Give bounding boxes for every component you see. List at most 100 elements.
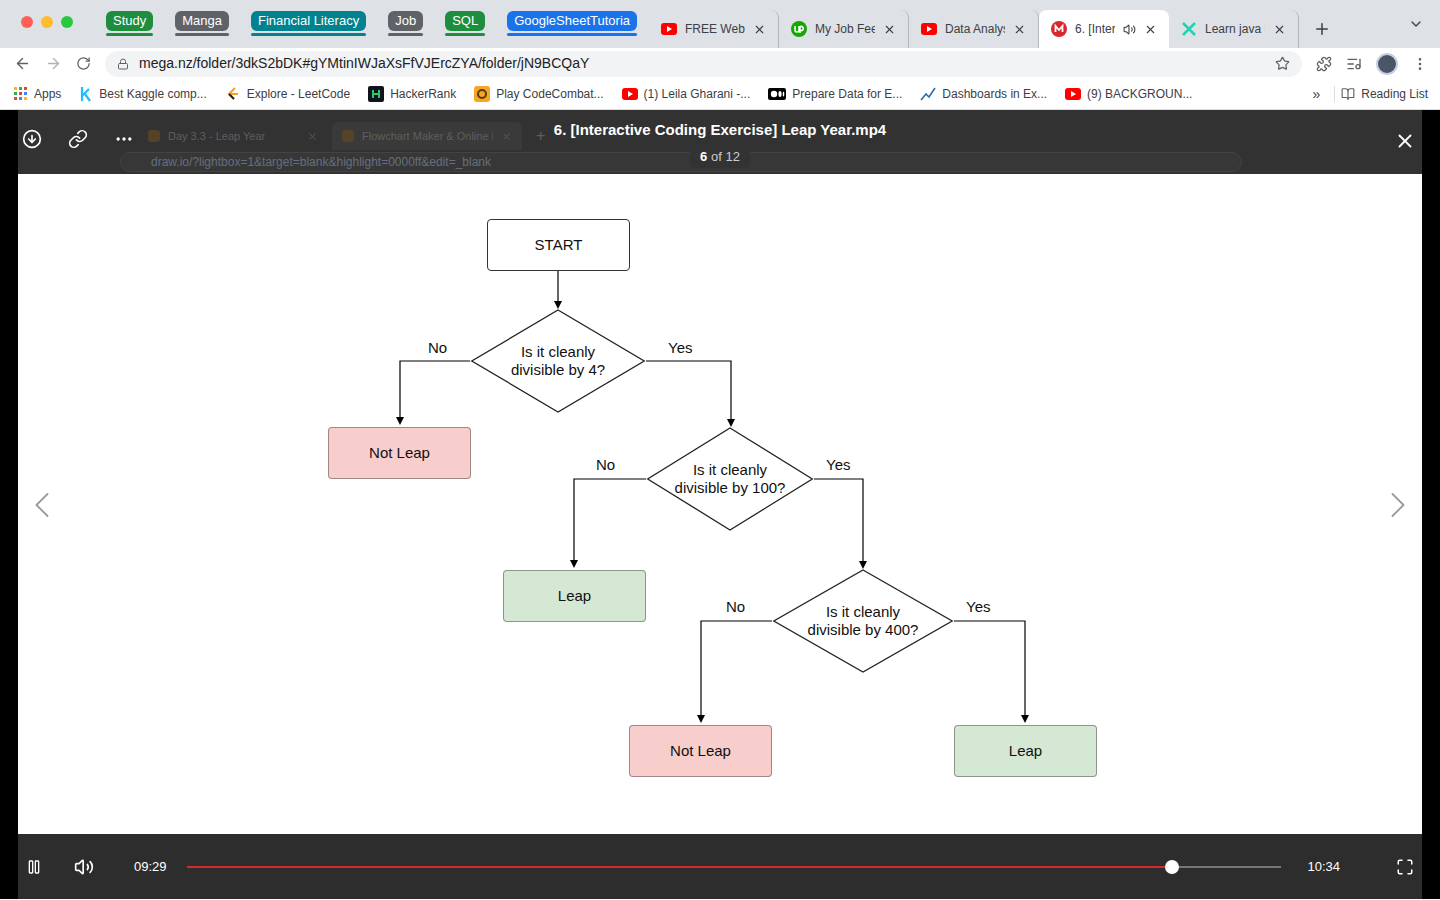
player-controls: 09:29 10:34: [18, 834, 1422, 899]
bookmarks-bar: Apps Best Kaggle comp... Explore - LeetCod…: [0, 79, 1440, 110]
bookmark[interactable]: Prepare Data for E...: [768, 85, 902, 103]
close-tab-icon[interactable]: [883, 23, 896, 36]
progress-bar[interactable]: [187, 860, 1282, 874]
close-viewer-icon[interactable]: [1394, 130, 1416, 152]
volume-icon[interactable]: [74, 857, 94, 877]
result-node: Leap: [954, 725, 1097, 777]
tabs: FREE WebinaMy Job FeedData Analyst6. [In…: [649, 0, 1331, 48]
back-icon[interactable]: [14, 55, 31, 72]
viewer-top-bar: 6. [Interactive Coding Exercise] Leap Ye…: [18, 110, 1422, 174]
hackerrank-icon: [368, 86, 384, 102]
bookmark[interactable]: HackerRank: [368, 85, 456, 103]
result-node: Leap: [503, 570, 646, 622]
browser-tab[interactable]: Data Analyst: [909, 10, 1039, 48]
file-counter: 6 of 12: [690, 146, 750, 168]
viewer: Day 3.3 - Leap YearFlowchart Maker & Onl…: [0, 110, 1440, 899]
leetcode-icon: [225, 86, 241, 102]
toolbar: mega.nz/folder/3dkS2bDK#gYMtinIWJaXsFfVJ…: [0, 48, 1440, 79]
elapsed-time: 09:29: [134, 857, 167, 877]
tab-group-chip[interactable]: Job: [388, 11, 423, 36]
decision-node: Is it cleanly divisible by 4?: [470, 309, 646, 413]
bookmark[interactable]: (9) BACKGROUN...: [1065, 85, 1192, 103]
bookmark[interactable]: Apps: [14, 85, 61, 103]
duration: 10:34: [1307, 857, 1340, 877]
tab-group-chip[interactable]: Manga: [175, 11, 229, 36]
browser-tab[interactable]: FREE Webina: [649, 10, 779, 48]
reading-list-icon: [1341, 87, 1355, 101]
browser-tab[interactable]: My Job Feed: [779, 10, 909, 48]
download-icon[interactable]: [22, 129, 42, 149]
tab-group-chip[interactable]: Financial Literacy: [251, 11, 366, 36]
mega-icon: [1051, 21, 1067, 37]
result-node: Not Leap: [328, 427, 471, 479]
bookmark[interactable]: Explore - LeetCode: [225, 85, 350, 103]
upwork-icon: [791, 21, 807, 37]
reload-icon[interactable]: [76, 56, 91, 71]
extensions-icon[interactable]: [1316, 56, 1332, 72]
tab-group-chip[interactable]: Study: [106, 11, 153, 36]
youtube-icon: [921, 23, 937, 35]
bookmark-star-icon[interactable]: [1275, 56, 1290, 71]
more-icon[interactable]: [114, 129, 134, 149]
profile-avatar[interactable]: [1376, 53, 1398, 75]
edge-label: Yes: [826, 455, 850, 475]
tab-group-chip[interactable]: SQL: [445, 11, 485, 36]
minimize-window-button[interactable]: [41, 16, 53, 28]
next-file-icon[interactable]: [1376, 483, 1420, 527]
youtube-icon: [661, 23, 677, 35]
tab-groups: Study Manga Financial Literacy Job SQL Google…: [106, 0, 637, 48]
close-window-button[interactable]: [21, 16, 33, 28]
audio-playing-icon[interactable]: [1123, 23, 1136, 36]
result-node: Not Leap: [629, 725, 772, 777]
flowchart: START Is it cleanly divisible by 4? No Yes N…: [18, 110, 1422, 834]
browser-tab[interactable]: 6. [Intera: [1039, 10, 1169, 48]
video-frame: Day 3.3 - Leap YearFlowchart Maker & Onl…: [18, 110, 1422, 834]
previous-file-icon[interactable]: [20, 483, 64, 527]
browser-window: Study Manga Financial Literacy Job SQL Google…: [0, 0, 1440, 900]
media-controls-icon[interactable]: [1346, 56, 1362, 72]
bookmark[interactable]: Dashboards in Ex...: [920, 85, 1047, 103]
tab-strip: Study Manga Financial Literacy Job SQL Google…: [0, 0, 1440, 48]
browser-tab[interactable]: Learn java in: [1169, 10, 1299, 48]
decision-node: Is it cleanly divisible by 400?: [772, 569, 954, 673]
maximize-window-button[interactable]: [61, 16, 73, 28]
close-tab-icon[interactable]: [1013, 23, 1026, 36]
apps-icon: [14, 87, 28, 101]
tab-group-chip[interactable]: GoogleSheetTutoria: [507, 11, 637, 36]
bookmarks-overflow[interactable]: »: [1304, 84, 1328, 105]
new-tab-icon[interactable]: [1313, 20, 1331, 38]
bookmark[interactable]: Play CodeCombat...: [474, 85, 603, 103]
close-tab-icon[interactable]: [1144, 23, 1157, 36]
forward-icon[interactable]: [45, 55, 62, 72]
codecombat-icon: [474, 86, 490, 102]
youtube-icon: [622, 88, 638, 100]
xlearn-icon: [1181, 21, 1197, 37]
edge-label: No: [596, 455, 615, 475]
edge-label: Yes: [966, 597, 990, 617]
medium-icon: [768, 88, 786, 100]
tab-search-icon[interactable]: [1408, 16, 1424, 32]
progress-knob[interactable]: [1165, 860, 1179, 874]
youtube-icon: [1065, 88, 1081, 100]
menu-icon[interactable]: [1412, 56, 1428, 72]
edge-label: No: [428, 338, 447, 358]
bookmark[interactable]: (1) Leila Gharani -...: [622, 85, 751, 103]
fullscreen-icon[interactable]: [1396, 858, 1414, 876]
decision-node: Is it cleanly divisible by 100?: [646, 427, 814, 531]
kaggle-icon: [79, 86, 93, 102]
address-bar[interactable]: mega.nz/folder/3dkS2bDK#gYMtinIWJaXsFfVJ…: [105, 51, 1302, 77]
window-controls: [0, 0, 73, 48]
bookmark[interactable]: Best Kaggle comp...: [79, 85, 206, 103]
chart-icon: [920, 86, 936, 102]
close-tab-icon[interactable]: [753, 23, 766, 36]
file-title: 6. [Interactive Coding Exercise] Leap Ye…: [554, 119, 886, 142]
progress-fill: [187, 866, 1172, 868]
reading-list[interactable]: Reading List: [1341, 85, 1428, 103]
close-tab-icon[interactable]: [1273, 23, 1286, 36]
edge-label: Yes: [668, 338, 692, 358]
start-node: START: [487, 219, 630, 271]
link-icon[interactable]: [68, 129, 88, 149]
pause-icon[interactable]: [26, 859, 42, 875]
lock-icon: [117, 58, 129, 70]
edge-label: No: [726, 597, 745, 617]
